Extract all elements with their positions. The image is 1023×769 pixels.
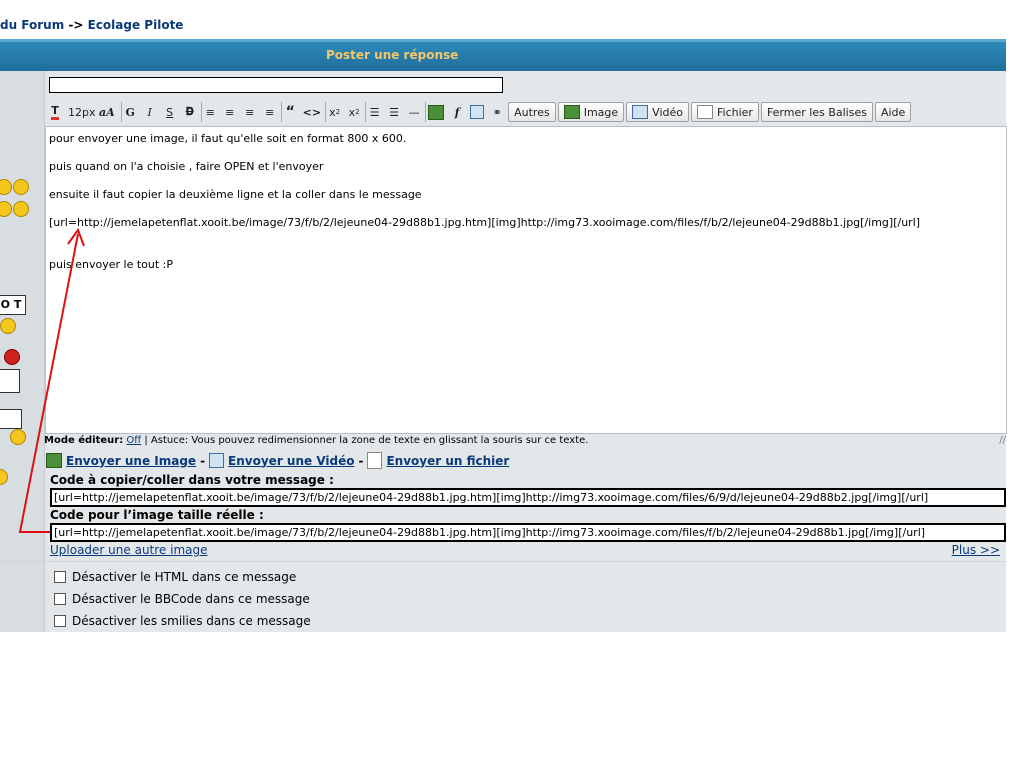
- disable-smilies-option[interactable]: Désactiver les smilies dans ce message: [54, 614, 311, 628]
- send-video-link[interactable]: Envoyer une Vidéo: [228, 454, 354, 468]
- image-icon: [46, 453, 62, 468]
- superscript-icon[interactable]: x2: [345, 102, 363, 122]
- breadcrumb: du Forum -> Ecolage Pilote: [0, 18, 183, 32]
- smilies-column: O T: [0, 99, 45, 561]
- editor-mode-bar: Mode éditeur: Off | Astuce: Vous pouvez …: [44, 435, 588, 446]
- message-line: puis envoyer le tout :P: [49, 258, 173, 271]
- file-button[interactable]: Fichier: [690, 102, 759, 122]
- smiley-icon[interactable]: [0, 201, 12, 217]
- options-row: Désactiver le HTML dans ce message Désac…: [0, 561, 1006, 632]
- video-button[interactable]: Vidéo: [626, 102, 689, 122]
- font-size-select[interactable]: 12px aA: [66, 102, 117, 122]
- message-line: ensuite il faut copier la deuxième ligne…: [49, 188, 422, 201]
- text-color-icon[interactable]: T: [46, 102, 64, 122]
- smiley-icon[interactable]: [0, 318, 16, 334]
- file-icon: [367, 452, 383, 469]
- message-line: pour envoyer une image, il faut qu'elle …: [49, 132, 407, 145]
- left-column: [0, 562, 45, 632]
- image-button-label: Image: [583, 105, 619, 119]
- smiley-sign-icon[interactable]: [0, 369, 20, 393]
- real-size-code-label: Code pour l’image taille réelle :: [50, 508, 264, 522]
- option-label: Désactiver les smilies dans ce message: [72, 614, 311, 628]
- left-column: [0, 71, 45, 99]
- align-left-icon[interactable]: ≡: [200, 102, 219, 122]
- page-title: Poster une réponse: [326, 48, 459, 62]
- message-line: puis quand on l'a choisie , faire OPEN e…: [49, 160, 324, 173]
- numbered-list-icon[interactable]: ☰: [385, 102, 403, 122]
- send-file-link[interactable]: Envoyer un fichier: [386, 454, 509, 468]
- copy-code-label: Code à copier/coller dans votre message …: [50, 473, 334, 487]
- link-separator: -: [200, 453, 206, 468]
- video-icon: [209, 453, 225, 468]
- copy-code-field[interactable]: [url=http://jemelapetenflat.xooit.be/ima…: [50, 488, 1006, 507]
- disable-smilies-checkbox[interactable]: [54, 615, 66, 627]
- post-reply-header: Poster une réponse: [0, 39, 1006, 71]
- smiley-icon[interactable]: [13, 179, 29, 195]
- quote-icon[interactable]: “: [280, 102, 299, 122]
- link-icon[interactable]: ⚭: [488, 102, 506, 122]
- image-insert-icon[interactable]: [425, 102, 446, 122]
- video-icon[interactable]: [468, 102, 486, 122]
- align-right-icon[interactable]: ≡: [241, 102, 259, 122]
- more-link[interactable]: Plus >>: [952, 543, 1000, 557]
- video-button-label: Vidéo: [652, 105, 683, 119]
- subject-row: [0, 71, 1006, 99]
- option-label: Désactiver le BBCode dans ce message: [72, 592, 310, 606]
- breadcrumb-separator: ->: [64, 18, 88, 32]
- breadcrumb-current-link[interactable]: Ecolage Pilote: [88, 18, 184, 32]
- message-line: [url=http://jemelapetenflat.xooit.be/ima…: [49, 216, 921, 229]
- smiley-icon[interactable]: [0, 179, 12, 195]
- subject-input[interactable]: [49, 77, 503, 93]
- smiley-icon[interactable]: [10, 429, 26, 445]
- close-tags-button[interactable]: Fermer les Balises: [760, 102, 873, 122]
- video-icon: [632, 105, 649, 119]
- breadcrumb-forum-link[interactable]: du Forum: [0, 18, 64, 32]
- option-label: Désactiver le HTML dans ce message: [72, 570, 297, 584]
- send-links: Envoyer une Image - Envoyer une Vidéo - …: [46, 452, 509, 469]
- underline-label: S: [166, 105, 174, 119]
- underline-button[interactable]: S: [161, 102, 179, 122]
- align-justify-icon[interactable]: ≡: [261, 102, 279, 122]
- smiley-badge-icon[interactable]: O T: [0, 295, 26, 315]
- image-icon: [563, 105, 580, 119]
- disable-html-option[interactable]: Désactiver le HTML dans ce message: [54, 570, 296, 584]
- help-button[interactable]: Aide: [874, 102, 912, 122]
- file-button-label: Fichier: [716, 105, 753, 119]
- smiley-icon[interactable]: [13, 201, 29, 217]
- flash-icon[interactable]: f: [448, 102, 466, 122]
- autres-button[interactable]: Autres: [508, 102, 556, 122]
- horizontal-rule-icon[interactable]: —: [405, 102, 423, 122]
- link-separator: -: [358, 453, 364, 468]
- disable-bbcode-checkbox[interactable]: [54, 593, 66, 605]
- smiley-icon[interactable]: [4, 349, 20, 365]
- italic-button[interactable]: I: [141, 102, 159, 122]
- smiley-icon[interactable]: [0, 469, 8, 485]
- align-center-icon[interactable]: ≡: [221, 102, 239, 122]
- image-button[interactable]: Image: [557, 102, 625, 122]
- disable-html-checkbox[interactable]: [54, 571, 66, 583]
- editor-toolbar: T 12px aA G I S 𝐃 ≡ ≡ ≡ ≡ “ <> x2 x2 ☰ ☰…: [46, 100, 912, 124]
- font-size-label: 12px: [68, 105, 96, 119]
- file-icon: [696, 105, 713, 119]
- bold-button[interactable]: G: [120, 102, 139, 122]
- subscript-icon[interactable]: x2: [325, 102, 343, 122]
- italic-label: I: [147, 105, 152, 119]
- smiley-sign-icon[interactable]: [0, 409, 22, 429]
- disable-bbcode-option[interactable]: Désactiver le BBCode dans ce message: [54, 592, 310, 606]
- code-icon[interactable]: <>: [301, 102, 323, 122]
- mode-toggle-link[interactable]: Off: [126, 435, 141, 446]
- mode-label: Mode éditeur:: [44, 435, 124, 446]
- send-image-link[interactable]: Envoyer une Image: [66, 454, 196, 468]
- real-size-code-field[interactable]: [url=http://jemelapetenflat.xooit.be/ima…: [50, 523, 1006, 542]
- strikethrough-icon[interactable]: 𝐃: [181, 102, 199, 122]
- message-textarea[interactable]: pour envoyer une image, il faut qu'elle …: [45, 126, 1007, 434]
- resize-tip: | Astuce: Vous pouvez redimensionner la …: [141, 435, 589, 446]
- resize-handle-icon[interactable]: ∕∕: [999, 435, 1006, 446]
- editor-row: O T T 12px aA G I S 𝐃 ≡ ≡ ≡ ≡ “ <> x2 x2…: [0, 99, 1007, 561]
- bullet-list-icon[interactable]: ☰: [365, 102, 383, 122]
- upload-another-image-link[interactable]: Uploader une autre image: [50, 543, 208, 557]
- bold-label: G: [125, 105, 135, 119]
